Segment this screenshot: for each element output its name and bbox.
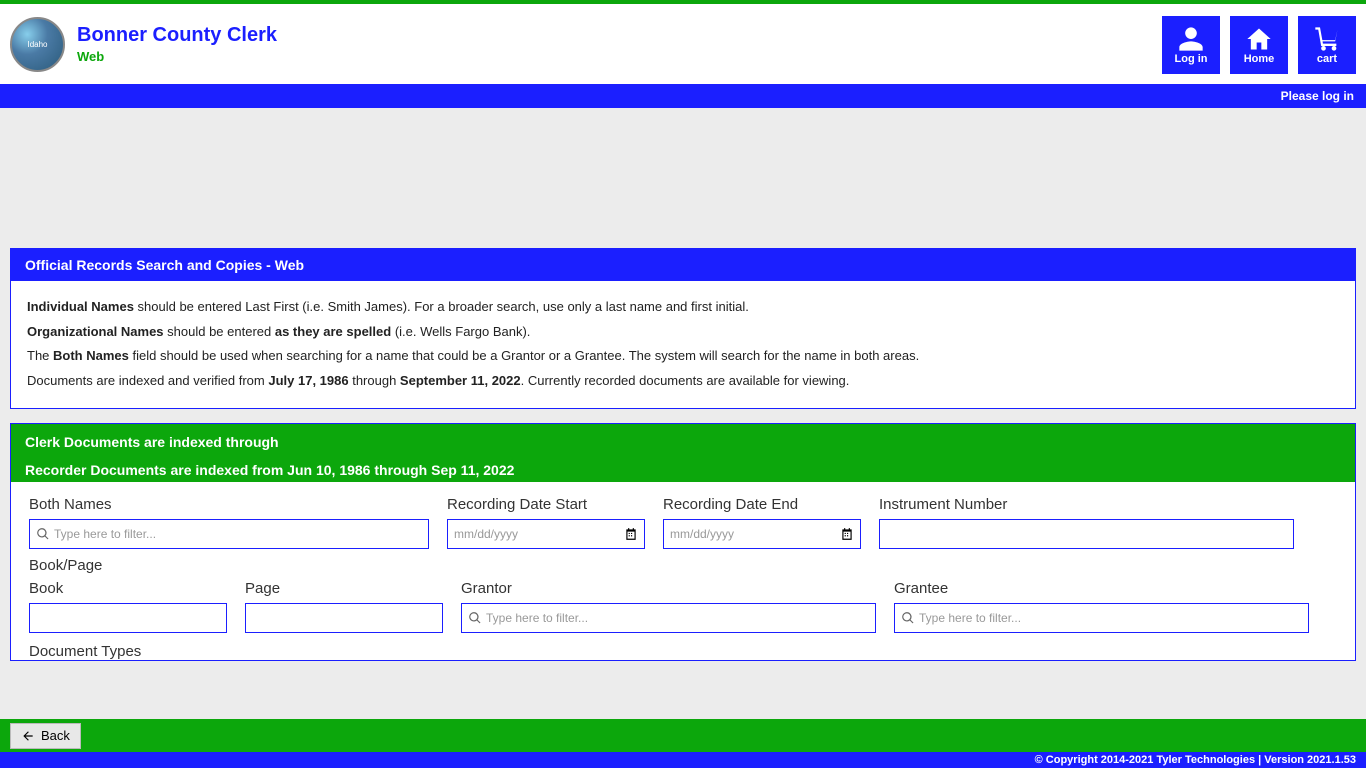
individual-names-bold: Individual Names — [27, 299, 134, 314]
both-names-pre: The — [27, 348, 53, 363]
grantee-field: Grantee — [894, 580, 1309, 633]
rec-start-input-wrap[interactable] — [447, 519, 645, 549]
copyright-bar: © Copyright 2014-2021 Tyler Technologies… — [0, 752, 1366, 768]
grantee-input[interactable] — [919, 604, 1302, 632]
date-from-bold: July 17, 1986 — [268, 373, 348, 388]
back-label: Back — [41, 728, 70, 743]
content-area: Official Records Search and Copies - Web… — [0, 108, 1366, 719]
book-label: Book — [29, 580, 227, 597]
rec-end-input-wrap[interactable] — [663, 519, 861, 549]
search-panel: Clerk Documents are indexed through Reco… — [10, 423, 1356, 661]
search-icon — [468, 611, 482, 625]
as-spelled-bold: as they are spelled — [275, 324, 391, 339]
instructions-line-4: Documents are indexed and verified from … — [27, 369, 1339, 394]
both-names-bold: Both Names — [53, 348, 129, 363]
instrument-input[interactable] — [886, 520, 1287, 548]
grantee-input-wrap[interactable] — [894, 603, 1309, 633]
arrow-left-icon — [21, 729, 35, 743]
page-input-wrap[interactable] — [245, 603, 443, 633]
org-names-text1: should be entered — [164, 324, 275, 339]
header-actions: Log in Home cart — [1162, 16, 1356, 74]
search-form: Both Names Recording Date Start Recordin… — [11, 482, 1355, 660]
rec-start-field: Recording Date Start — [447, 496, 645, 549]
search-icon — [901, 611, 915, 625]
page-field: Page — [245, 580, 443, 633]
book-field: Book — [29, 580, 227, 633]
calendar-icon[interactable] — [840, 527, 854, 541]
app-title: Bonner County Clerk — [77, 24, 277, 47]
instructions-line-1: Individual Names should be entered Last … — [27, 295, 1339, 320]
instructions-panel: Official Records Search and Copies - Web… — [10, 248, 1356, 409]
both-names-field: Both Names — [29, 496, 429, 549]
grantor-input[interactable] — [486, 604, 869, 632]
date-to-bold: September 11, 2022 — [400, 373, 521, 388]
recorder-indexed-line: Recorder Documents are indexed from Jun … — [25, 462, 1341, 478]
instrument-label: Instrument Number — [879, 496, 1294, 513]
both-names-text: field should be used when searching for … — [129, 348, 919, 363]
instrument-input-wrap[interactable] — [879, 519, 1294, 549]
rec-end-label: Recording Date End — [663, 496, 861, 513]
book-input-wrap[interactable] — [29, 603, 227, 633]
instructions-header: Official Records Search and Copies - Web — [11, 249, 1355, 281]
index-status-header: Clerk Documents are indexed through Reco… — [11, 424, 1355, 482]
title-block: Bonner County Clerk Web — [77, 24, 277, 64]
clerk-indexed-line: Clerk Documents are indexed through — [25, 434, 1341, 450]
login-label: Log in — [1175, 53, 1208, 65]
book-input[interactable] — [36, 604, 220, 632]
please-login-link[interactable]: Please log in — [1281, 89, 1354, 103]
cart-icon — [1313, 25, 1341, 53]
home-icon — [1245, 25, 1273, 53]
book-page-label: Book/Page — [29, 557, 1337, 574]
page-label: Page — [245, 580, 443, 597]
instructions-line-3: The Both Names field should be used when… — [27, 344, 1339, 369]
calendar-icon[interactable] — [624, 527, 638, 541]
footer-bar: Back — [0, 719, 1366, 752]
org-names-text2: (i.e. Wells Fargo Bank). — [391, 324, 530, 339]
grantor-field: Grantor — [461, 580, 876, 633]
page-input[interactable] — [252, 604, 436, 632]
both-names-input[interactable] — [54, 520, 422, 548]
org-names-bold: Organizational Names — [27, 324, 164, 339]
instrument-field: Instrument Number — [879, 496, 1294, 549]
grantee-label: Grantee — [894, 580, 1309, 597]
home-label: Home — [1244, 53, 1275, 65]
search-icon — [36, 527, 50, 541]
indexed-pre: Documents are indexed and verified from — [27, 373, 268, 388]
indexed-post: . Currently recorded documents are avail… — [521, 373, 850, 388]
rec-end-input[interactable] — [670, 520, 836, 548]
doc-types-label: Document Types — [29, 643, 1337, 660]
cart-button[interactable]: cart — [1298, 16, 1356, 74]
grantor-input-wrap[interactable] — [461, 603, 876, 633]
instructions-body: Individual Names should be entered Last … — [11, 281, 1355, 408]
county-seal-logo: Idaho — [10, 17, 65, 72]
rec-start-input[interactable] — [454, 520, 620, 548]
header: Idaho Bonner County Clerk Web Log in Hom… — [0, 4, 1366, 84]
login-button[interactable]: Log in — [1162, 16, 1220, 74]
both-names-label: Both Names — [29, 496, 429, 513]
app-subtitle: Web — [77, 49, 277, 64]
individual-names-text: should be entered Last First (i.e. Smith… — [134, 299, 749, 314]
rec-start-label: Recording Date Start — [447, 496, 645, 513]
back-button[interactable]: Back — [10, 723, 81, 749]
login-bar: Please log in — [0, 84, 1366, 108]
copyright-text: © Copyright 2014-2021 Tyler Technologies… — [1035, 754, 1356, 766]
cart-label: cart — [1317, 53, 1337, 65]
person-icon — [1177, 25, 1205, 53]
home-button[interactable]: Home — [1230, 16, 1288, 74]
through-text: through — [349, 373, 400, 388]
rec-end-field: Recording Date End — [663, 496, 861, 549]
form-row-2: Book Page Grantor — [29, 580, 1337, 633]
spacer — [10, 118, 1356, 248]
grantor-label: Grantor — [461, 580, 876, 597]
form-row-1: Both Names Recording Date Start Recordin… — [29, 496, 1337, 549]
both-names-input-wrap[interactable] — [29, 519, 429, 549]
instructions-line-2: Organizational Names should be entered a… — [27, 320, 1339, 345]
